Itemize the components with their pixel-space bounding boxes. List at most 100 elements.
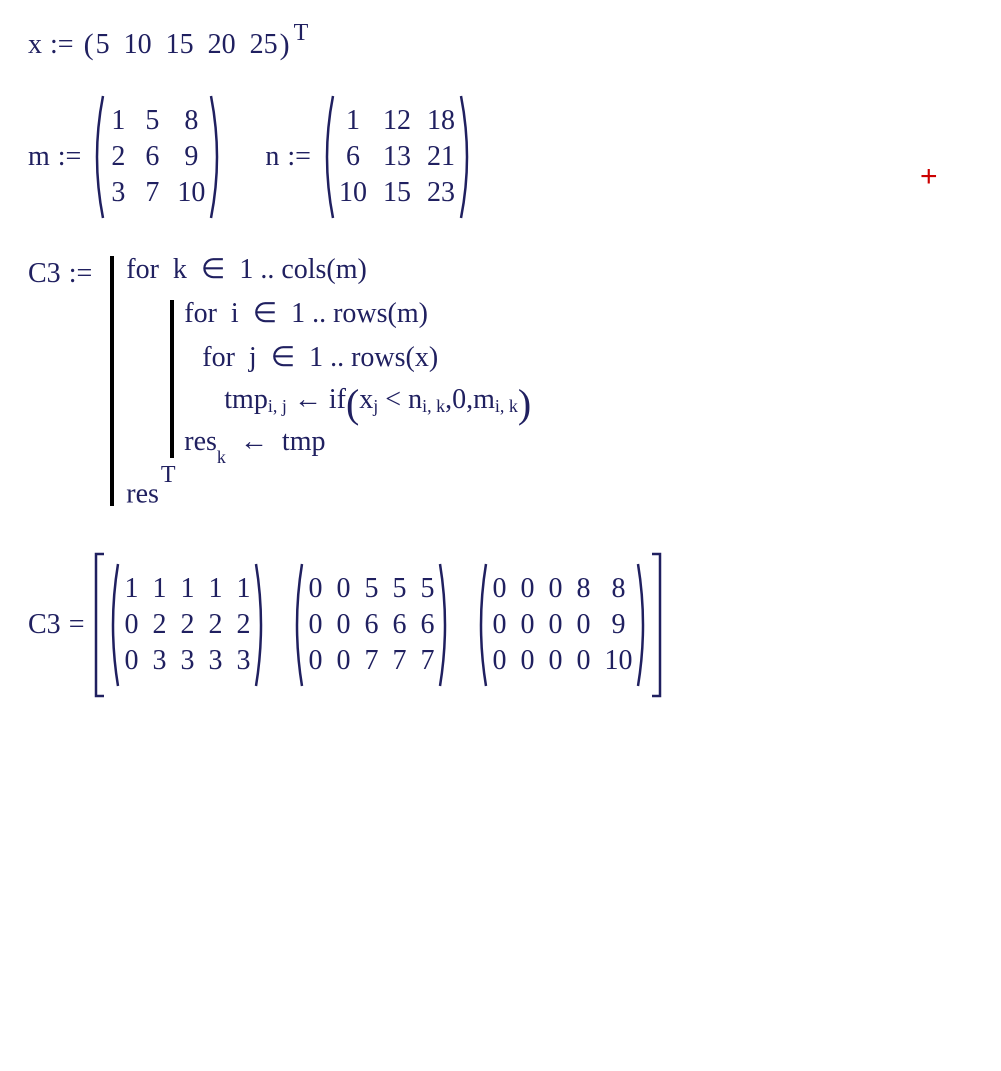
- paren-left: (: [84, 28, 94, 62]
- cell: 18: [427, 105, 455, 137]
- cell: 0: [520, 645, 534, 677]
- cell: 23: [427, 177, 455, 209]
- paren-right: [459, 92, 475, 222]
- for-j-line: for j ∈ 1 .. rows(x): [202, 340, 531, 374]
- cell: 0: [336, 609, 350, 641]
- cell: 0: [124, 645, 138, 677]
- cell: 2: [208, 609, 222, 641]
- cell: 2: [180, 609, 194, 641]
- paren-left: [319, 92, 335, 222]
- res-assign-line: resk ← tmp: [184, 426, 531, 462]
- transpose: T: [161, 462, 176, 488]
- cell: 2: [236, 609, 250, 641]
- cell: 3: [236, 645, 250, 677]
- cell: 1: [208, 573, 222, 605]
- result-matrix-1: 11111 02222 03333: [106, 560, 268, 690]
- fn-if: if: [329, 384, 346, 416]
- cell: 6: [143, 141, 161, 173]
- cell: 6: [392, 609, 406, 641]
- for-k-line: for k ∈ 1 .. cols(m): [126, 252, 531, 286]
- cell: 21: [427, 141, 455, 173]
- return-line: resT: [126, 472, 531, 510]
- cell: 0: [492, 609, 506, 641]
- cell: 5: [143, 105, 161, 137]
- loop-var: k: [173, 254, 187, 285]
- equals-op: =: [69, 609, 85, 641]
- val: 5: [96, 29, 110, 61]
- m-n-definitions: m := 158 269 3710 n := 11218 61321 10152…: [28, 92, 1001, 222]
- lhs: res: [184, 426, 217, 457]
- bracket-right: [650, 550, 664, 700]
- kw-for: for: [202, 342, 235, 373]
- cell: 3: [152, 645, 166, 677]
- cell: 1: [152, 573, 166, 605]
- paren-left: [106, 560, 120, 690]
- lt: <: [385, 384, 401, 416]
- cell: 12: [383, 105, 411, 137]
- res: res: [126, 478, 159, 509]
- var-x: x: [28, 29, 42, 61]
- range: 1 .. cols(m): [239, 254, 367, 285]
- cell: 7: [420, 645, 434, 677]
- paren-left: [89, 92, 105, 222]
- range: 1 .. rows(x): [309, 342, 438, 373]
- cell: 5: [364, 573, 378, 605]
- val: 10: [124, 29, 152, 61]
- cell: 0: [336, 573, 350, 605]
- row-vector: ( 5 10 15 20 25 ): [82, 28, 292, 62]
- cell: 15: [383, 177, 411, 209]
- val: 20: [208, 29, 236, 61]
- matrix-body: 11111 02222 03333: [120, 567, 254, 683]
- bracket-left: [92, 550, 106, 700]
- cell: 0: [548, 573, 562, 605]
- assign-op: :=: [58, 141, 82, 173]
- cell: 0: [548, 609, 562, 641]
- assign-op: :=: [50, 29, 74, 61]
- cell: 7: [392, 645, 406, 677]
- x-definition: x := ( 5 10 15 20 25 ) T: [28, 28, 1001, 62]
- var-n: n: [265, 141, 279, 173]
- program-body: for k ∈ 1 .. cols(m) for i ∈ 1 .. rows(m…: [126, 252, 531, 510]
- cursor-marker: +: [920, 160, 938, 194]
- val: 25: [250, 29, 278, 61]
- row-values: 5 10 15 20 25: [96, 29, 278, 61]
- lhs: tmp: [224, 384, 268, 416]
- paren-left: [474, 560, 488, 690]
- arg: m: [473, 384, 495, 416]
- cell: 0: [576, 645, 590, 677]
- cell: 0: [308, 573, 322, 605]
- kw-for: for: [126, 254, 159, 285]
- paren-right: [438, 560, 452, 690]
- cell: 10: [177, 177, 205, 209]
- rhs: tmp: [282, 426, 326, 457]
- result-matrix-2: 00555 00666 00777: [290, 560, 452, 690]
- loop-var: j: [249, 342, 257, 373]
- cell: 3: [180, 645, 194, 677]
- cell: 0: [336, 645, 350, 677]
- cell: 6: [339, 141, 367, 173]
- for-i-line: for i ∈ 1 .. rows(m): [184, 296, 531, 330]
- cell: 5: [392, 573, 406, 605]
- sub: i, j: [268, 396, 287, 417]
- arrow: ←: [294, 384, 322, 416]
- sub: i, k: [422, 396, 445, 417]
- cell: 10: [339, 177, 367, 209]
- var-m: m: [28, 141, 50, 173]
- range: 1 .. rows(m): [291, 298, 428, 329]
- matrix-body: 00555 00666 00777: [304, 567, 438, 683]
- matrix-body: 11218 61321 101523: [335, 99, 459, 215]
- cell: 1: [236, 573, 250, 605]
- program-bar: [110, 256, 114, 506]
- nested-matrices: 11111 02222 03333 00555 00666 00777 0008…: [106, 560, 650, 690]
- in-symbol: ∈: [253, 298, 277, 329]
- matrix-body: 00088 00009 000010: [488, 567, 636, 683]
- cell: 9: [604, 609, 632, 641]
- cell: 8: [604, 573, 632, 605]
- program-bar: [170, 300, 174, 458]
- inner-block: for i ∈ 1 .. rows(m) for j ∈ 1 .. rows(x…: [170, 296, 531, 462]
- paren-right: ): [280, 28, 290, 62]
- m-definition: m := 158 269 3710: [28, 92, 225, 222]
- val: 15: [166, 29, 194, 61]
- kw-for: for: [184, 298, 217, 329]
- paren-left: [290, 560, 304, 690]
